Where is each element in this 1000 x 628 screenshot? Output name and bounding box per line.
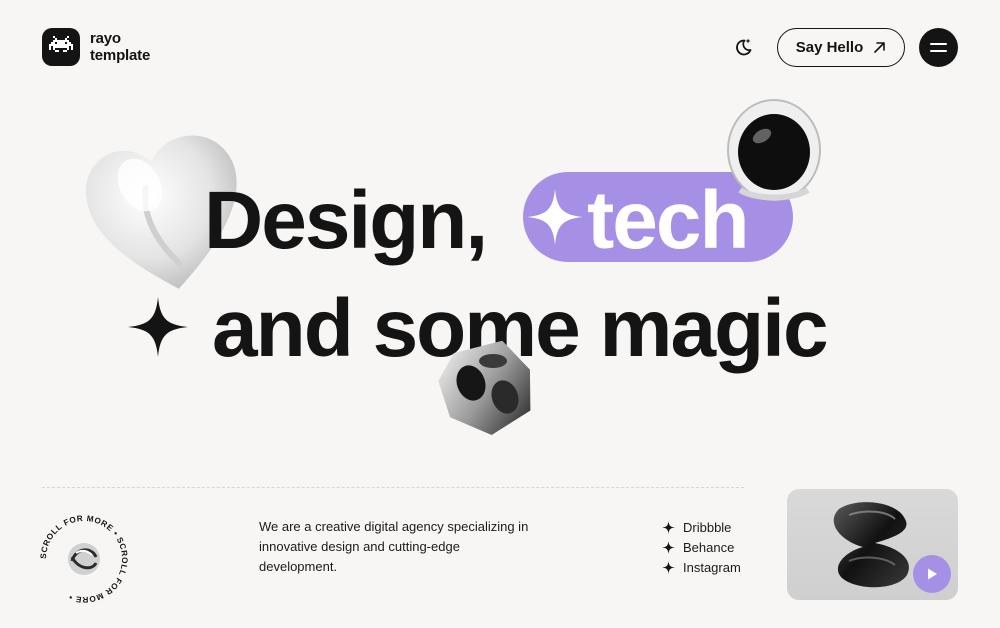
menu-line: [930, 43, 947, 45]
headline-highlight: tech: [587, 175, 750, 266]
chrome-swirl-icon: [68, 543, 100, 575]
social-link-dribbble[interactable]: Dribbble: [662, 517, 741, 537]
social-links: Dribbble Behance Instagram: [662, 517, 741, 577]
brand-line-1: rayo: [90, 30, 121, 47]
showreel-video-card[interactable]: [787, 489, 958, 600]
chrome-cube-graphic: [437, 339, 537, 439]
brand-name: rayo template: [90, 30, 150, 64]
social-link-label: Behance: [683, 539, 735, 555]
sparkle-icon: [128, 297, 188, 357]
menu-line: [930, 50, 947, 52]
say-hello-button[interactable]: Say Hello: [777, 28, 905, 67]
play-icon: [928, 568, 937, 580]
sparkle-icon: [662, 520, 675, 534]
sparkle-icon: [527, 189, 583, 245]
logo[interactable]: rayo template: [42, 28, 150, 66]
theme-toggle-moon-icon[interactable]: [732, 36, 754, 58]
play-button[interactable]: [913, 555, 951, 593]
agency-description: We are a creative digital agency special…: [259, 519, 529, 574]
divider: [42, 487, 744, 488]
chrome-blob-graphic: [833, 502, 909, 588]
social-link-instagram[interactable]: Instagram: [662, 557, 741, 577]
say-hello-label: Say Hello: [795, 39, 864, 56]
sparkle-icon: [662, 560, 675, 574]
social-link-label: Instagram: [683, 559, 741, 575]
arrow-up-right-icon: [874, 42, 886, 53]
astronaut-helmet-graphic: [726, 94, 822, 202]
logo-mark-icon: [42, 28, 80, 66]
sparkle-icon: [662, 540, 675, 554]
social-link-label: Dribbble: [683, 519, 732, 535]
brand-line-2: template: [90, 47, 151, 64]
social-link-behance[interactable]: Behance: [662, 537, 741, 557]
menu-button[interactable]: [919, 28, 958, 67]
headline-line-1: Design,: [204, 175, 488, 266]
scroll-for-more-badge[interactable]: SCROLL FOR MORE • SCROLL FOR MORE •: [36, 511, 132, 607]
